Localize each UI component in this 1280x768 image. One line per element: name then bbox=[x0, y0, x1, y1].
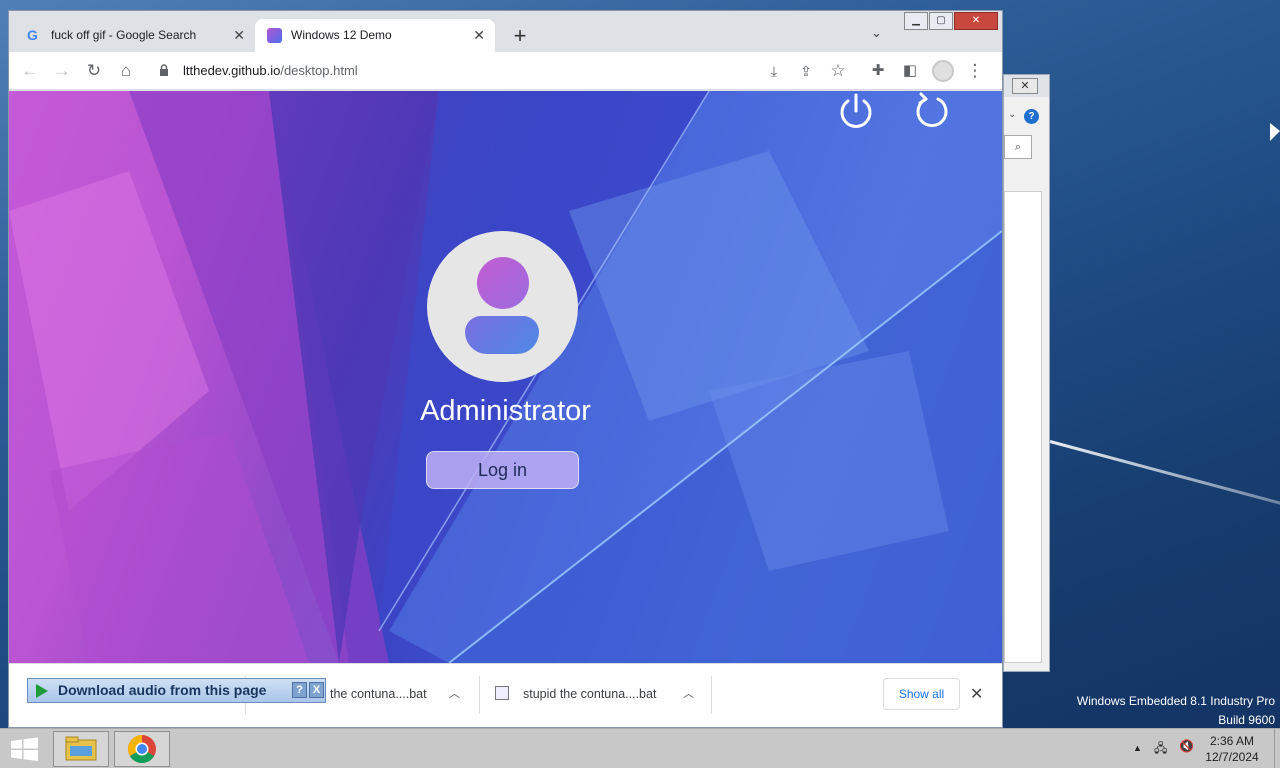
tab-search-chevron-icon[interactable]: ⌄ bbox=[871, 25, 882, 41]
close-window-button[interactable]: ✕ bbox=[954, 12, 998, 30]
help-icon[interactable]: ? bbox=[1024, 109, 1039, 124]
chevron-up-icon[interactable]: ︿ bbox=[683, 664, 694, 724]
file-explorer-icon bbox=[65, 736, 97, 761]
side-panel-icon[interactable]: ◧ bbox=[899, 60, 921, 82]
restart-icon[interactable] bbox=[912, 91, 952, 131]
chevron-up-icon[interactable]: ︿ bbox=[449, 664, 460, 724]
taskbar-chrome[interactable] bbox=[114, 731, 170, 767]
bookmark-star-icon[interactable]: ☆ bbox=[827, 60, 849, 82]
new-tab-button[interactable]: + bbox=[507, 23, 533, 49]
start-windows-icon[interactable] bbox=[0, 729, 48, 768]
user-avatar-body bbox=[465, 316, 539, 354]
home-icon[interactable]: ⌂ bbox=[115, 60, 137, 82]
tab-google-search[interactable]: G fuck off gif - Google Search ✕ bbox=[15, 19, 255, 52]
clock-time: 2:36 AM bbox=[1209, 734, 1255, 748]
chrome-icon bbox=[128, 735, 156, 763]
windows12-icon bbox=[267, 28, 282, 43]
taskbar: ▲ 🖧 🔇 2:36 AM 12/7/2024 bbox=[0, 728, 1280, 768]
tab-windows-12-demo[interactable]: Windows 12 Demo ✕ bbox=[255, 19, 495, 52]
network-icon[interactable]: 🖧 bbox=[1154, 739, 1167, 760]
browser-window: G fuck off gif - Google Search ✕ Windows… bbox=[8, 10, 1003, 728]
user-avatar-head bbox=[477, 257, 529, 309]
url-text: ltthedev.github.io/desktop.html bbox=[183, 56, 358, 86]
taskbar-file-explorer[interactable] bbox=[53, 731, 109, 767]
divider bbox=[711, 676, 712, 714]
show-all-button[interactable]: Show all bbox=[883, 678, 960, 710]
menu-kebab-icon[interactable]: ⋮ bbox=[964, 60, 986, 82]
url-path: /desktop.html bbox=[280, 63, 358, 78]
downloads-bar: the contuna....bat ︿ stupid the contuna.… bbox=[9, 663, 1002, 727]
lock-icon bbox=[160, 64, 168, 76]
tab-title: Windows 12 Demo bbox=[291, 28, 392, 42]
close-button[interactable]: X bbox=[309, 682, 324, 698]
extensions-icon[interactable]: ✚ bbox=[867, 60, 889, 82]
minimize-button[interactable]: ▁ bbox=[904, 12, 928, 30]
chevron-down-icon[interactable]: ⌄ bbox=[1008, 109, 1016, 120]
download-item[interactable]: stupid the contuna....bat ︿ bbox=[487, 664, 712, 728]
reload-icon[interactable]: ↻ bbox=[83, 60, 105, 82]
windows-edition-watermark: Windows Embedded 8.1 Industry Pro Build … bbox=[1077, 692, 1275, 730]
google-icon: G bbox=[27, 27, 38, 43]
tab-title: fuck off gif - Google Search bbox=[51, 28, 197, 42]
install-app-icon[interactable]: ⤓ bbox=[763, 60, 785, 82]
mouse-cursor-icon bbox=[1270, 123, 1280, 141]
browser-toolbar: ← → ↻ ⌂ ltthedev.github.io/desktop.html … bbox=[9, 52, 1002, 90]
page-content: Administrator Log in bbox=[9, 91, 1002, 663]
share-icon[interactable]: ⇪ bbox=[795, 60, 817, 82]
address-bar[interactable]: ltthedev.github.io/desktop.html bbox=[149, 56, 857, 86]
play-icon bbox=[36, 684, 48, 698]
download-audio-label: Download audio from this page bbox=[58, 682, 267, 698]
clock[interactable]: 2:36 AM 12/7/2024 bbox=[1192, 733, 1272, 765]
show-desktop-button[interactable] bbox=[1274, 729, 1280, 768]
wallpaper-streak bbox=[1049, 440, 1280, 526]
close-downloads-icon[interactable]: ✕ bbox=[970, 684, 983, 704]
file-icon bbox=[495, 686, 509, 700]
back-icon[interactable]: ← bbox=[19, 60, 41, 82]
clock-date: 12/7/2024 bbox=[1205, 750, 1259, 764]
edition-line: Windows Embedded 8.1 Industry Pro bbox=[1076, 694, 1275, 708]
maximize-button[interactable]: ▢ bbox=[929, 12, 953, 30]
background-window-titlebar: ✕ bbox=[1004, 75, 1049, 97]
tab-close-icon[interactable]: ✕ bbox=[473, 19, 485, 52]
download-audio-toolbar[interactable]: Download audio from this page ? X bbox=[27, 678, 326, 703]
user-avatar bbox=[427, 231, 578, 382]
tab-strip: G fuck off gif - Google Search ✕ Windows… bbox=[9, 11, 1002, 52]
tab-close-icon[interactable]: ✕ bbox=[233, 19, 245, 52]
download-filename: the contuna....bat bbox=[330, 687, 427, 701]
profile-avatar[interactable] bbox=[932, 60, 954, 82]
help-button[interactable]: ? bbox=[292, 682, 307, 698]
background-window-body bbox=[1004, 191, 1042, 663]
power-icon[interactable] bbox=[836, 91, 876, 131]
username-label: Administrator bbox=[420, 395, 591, 427]
download-filename: stupid the contuna....bat bbox=[523, 687, 657, 701]
background-window[interactable]: ✕ ⌄ ? ⌕ bbox=[1003, 74, 1050, 672]
background-window-search-button[interactable]: ⌕ bbox=[1004, 135, 1032, 159]
url-host: ltthedev.github.io bbox=[183, 63, 281, 78]
window-controls: ▁ ▢ ✕ bbox=[903, 12, 998, 30]
login-button[interactable]: Log in bbox=[426, 451, 579, 489]
show-hidden-icons-button[interactable]: ▲ bbox=[1133, 743, 1142, 753]
background-window-close-button[interactable]: ✕ bbox=[1012, 78, 1038, 94]
forward-icon[interactable]: → bbox=[51, 60, 73, 82]
divider bbox=[479, 676, 480, 714]
